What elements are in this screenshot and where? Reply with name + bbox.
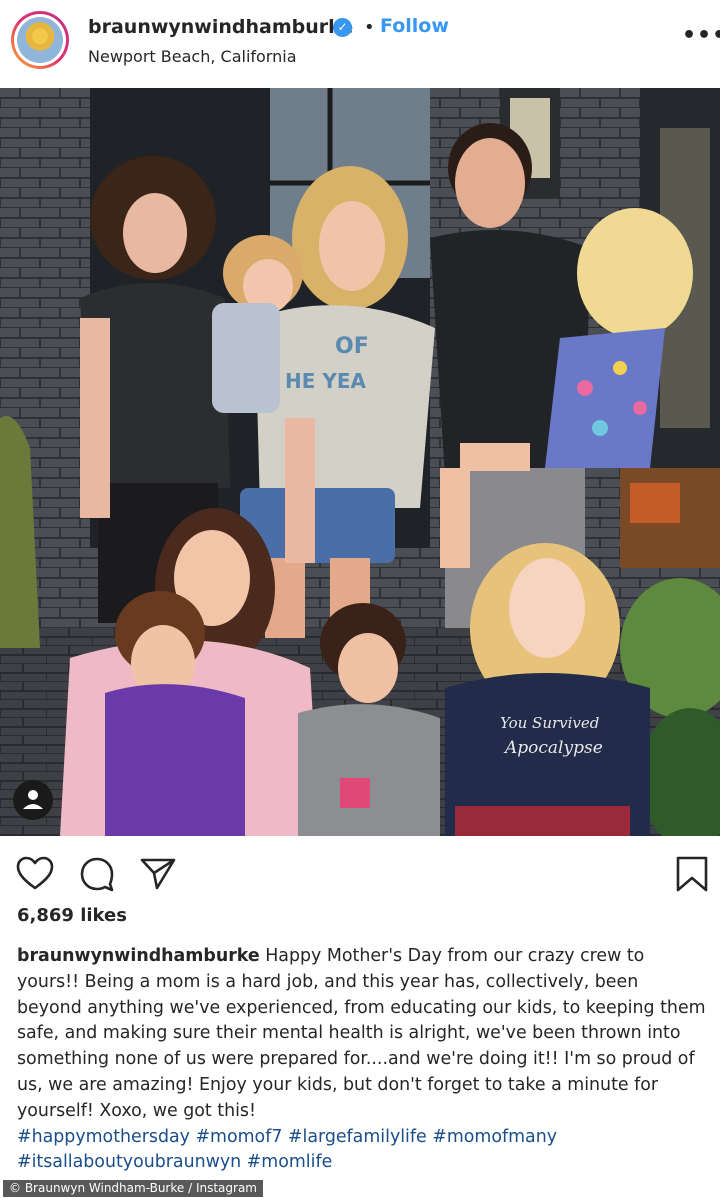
family-photo-illustration: OF HE YEA You Survived Apocalypse	[0, 88, 720, 836]
separator-dot: •	[364, 17, 375, 38]
location-link[interactable]: Newport Beach, California	[88, 47, 297, 66]
tee-text-2: Apocalypse	[503, 738, 603, 758]
follow-button[interactable]: Follow	[380, 15, 449, 37]
likes-count[interactable]: 6,869 likes	[17, 905, 127, 926]
caption-username[interactable]: braunwynwindhamburke	[17, 946, 260, 966]
sweatshirt-text-1: OF	[335, 334, 369, 359]
bookmark-icon[interactable]	[672, 854, 712, 894]
tee-text-1: You Survived	[500, 714, 599, 732]
sweatshirt-text-2: HE YEA	[285, 369, 367, 393]
share-icon[interactable]	[138, 854, 178, 894]
heart-icon[interactable]	[15, 854, 55, 894]
avatar[interactable]	[11, 11, 69, 69]
post-photo[interactable]: OF HE YEA You Survived Apocalypse	[0, 88, 720, 836]
more-options-icon[interactable]: •••	[682, 25, 720, 47]
tagged-people-icon[interactable]	[13, 780, 53, 820]
post-caption: braunwynwindhamburke Happy Mother's Day …	[17, 944, 707, 1176]
caption-hashtags[interactable]: #happymothersday #momof7 #largefamilylif…	[17, 1127, 563, 1173]
verified-badge-icon: ✓	[333, 18, 352, 37]
caption-text: Happy Mother's Day from our crazy crew t…	[17, 946, 706, 1121]
avatar-photo	[17, 17, 63, 63]
comment-icon[interactable]	[77, 854, 117, 894]
post-header: braunwynwindhamburke ✓ • Follow Newport …	[0, 0, 720, 88]
username-link[interactable]: braunwynwindhamburke	[88, 16, 353, 38]
photo-credit: © Braunwyn Windham-Burke / Instagram	[3, 1180, 263, 1197]
action-bar	[0, 846, 720, 902]
